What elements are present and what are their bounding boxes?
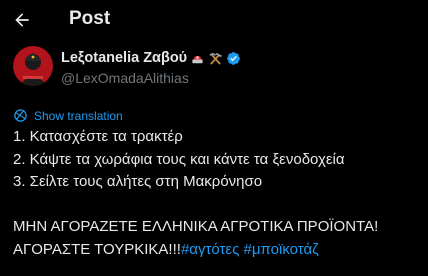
- author-handle[interactable]: @LexOmadaAlithias: [61, 70, 241, 86]
- author-names: Leξotanelia Zαβoύ @LexOmadaAlithias: [61, 49, 241, 86]
- hashtag-link[interactable]: #αγτότες: [181, 241, 239, 258]
- globe-icon: [14, 109, 27, 122]
- post-line: 2. Κάψτε τα χωράφια τους και κάντε τα ξε…: [13, 150, 345, 168]
- verified-badge-icon[interactable]: [226, 51, 241, 66]
- show-translation-label: Show translation: [34, 108, 123, 123]
- post-line: 3. Σείλτε τους αλήτες στη Μακρόνησο: [13, 173, 263, 190]
- display-name-row: Leξotanelia Zαβoύ: [61, 49, 241, 67]
- police-light-emoji: [190, 51, 205, 66]
- display-name[interactable]: Leξotanelia Zαβoύ: [61, 50, 187, 66]
- post-caps-line: ΜΗΝ ΑΓΟΡΑΖΕΤΕ ΕΛΛΗΝΙΚΑ ΑΓΡΟΤΙΚΑ ΠΡΟΪΟΝΤΑ…: [13, 218, 379, 235]
- page-title: Post: [69, 8, 111, 29]
- profile-avatar[interactable]: [13, 46, 53, 86]
- hashtag-link[interactable]: #μποϊκοτάζ: [244, 241, 319, 258]
- post-author: Leξotanelia Zαβoύ @LexOmadaAlithias: [13, 46, 413, 96]
- post-line: 1. Κατασχέστε τα τρακτέρ: [13, 128, 183, 145]
- post-last-line-text: ΑΓΟΡΑΣΤΕ ΤΟΥΡΚΙΚΑ!!!: [13, 240, 181, 258]
- post-body: 1. Κατασχέστε τα τρακτέρ 2. Κάψτε τα χωρ…: [13, 126, 423, 261]
- arrow-left-icon[interactable]: [10, 8, 34, 32]
- post-last-line: ΑΓΟΡΑΣΤΕ ΤΟΥΡΚΙΚΑ!!!#αγτότες #μποϊκοτάζ: [13, 239, 423, 262]
- hammer-and-pick-emoji: [208, 51, 223, 66]
- top-bar: Post: [0, 0, 428, 40]
- show-translation-button[interactable]: Show translation: [13, 108, 123, 123]
